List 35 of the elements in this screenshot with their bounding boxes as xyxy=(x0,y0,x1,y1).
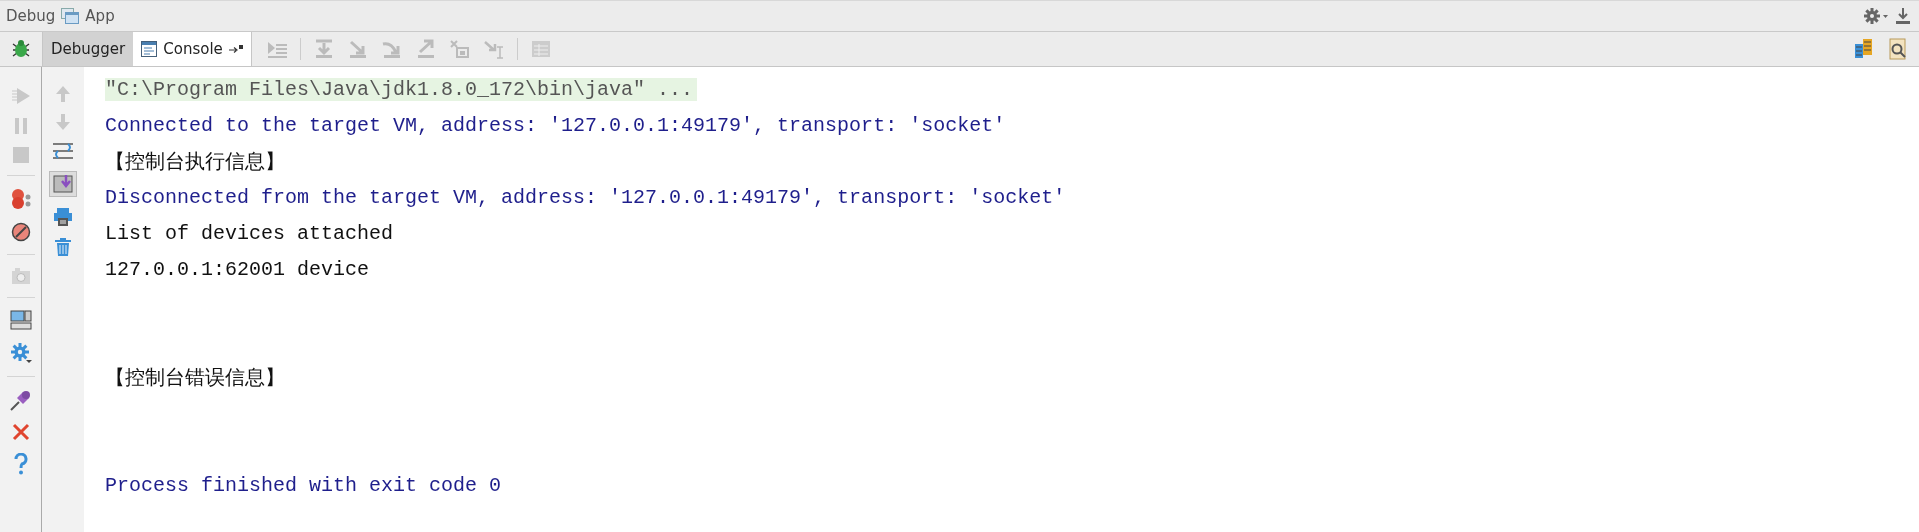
bug-icon[interactable] xyxy=(10,38,32,60)
mute-breakpoints-icon[interactable] xyxy=(10,222,31,242)
force-step-into-icon[interactable] xyxy=(380,39,403,59)
soft-wrap-icon[interactable] xyxy=(52,141,74,161)
search-icon[interactable] xyxy=(1887,38,1909,60)
close-icon[interactable] xyxy=(11,423,30,441)
run-configuration[interactable]: App xyxy=(85,7,115,25)
window-icon xyxy=(61,8,80,24)
console-line: 【控制台错误信息】 xyxy=(105,365,285,391)
console-line: 【控制台执行信息】 xyxy=(105,149,285,175)
scroll-to-end-icon[interactable] xyxy=(49,171,77,197)
tab[interactable]: Console xyxy=(133,32,251,66)
console-line: Connected to the target VM, address: '127.0.0.1:49179', transport: 'socket' xyxy=(105,113,1006,137)
panel-title: Debug xyxy=(6,7,56,25)
drop-frame-icon[interactable] xyxy=(448,39,471,59)
console-icon xyxy=(141,41,158,57)
console-line: Process finished with exit code 0 xyxy=(105,473,502,497)
trash-icon[interactable] xyxy=(54,237,72,257)
tab[interactable]: Debugger xyxy=(43,32,134,66)
print-icon[interactable] xyxy=(53,207,73,227)
hide-panel-icon[interactable] xyxy=(1895,7,1911,25)
threads-icon[interactable] xyxy=(1853,38,1875,60)
settings-icon[interactable] xyxy=(9,342,32,364)
console-line: 127.0.0.1:62001 device xyxy=(105,257,370,281)
camera-icon[interactable] xyxy=(10,267,31,285)
run-to-cursor-icon[interactable] xyxy=(482,39,505,59)
show-execution-point-icon[interactable] xyxy=(265,39,288,59)
view-breakpoints-icon[interactable] xyxy=(9,188,32,210)
help-icon[interactable] xyxy=(13,453,28,475)
pushpin-icon[interactable] xyxy=(9,389,32,411)
pin-icon[interactable] xyxy=(228,44,243,54)
settings-icon[interactable] xyxy=(1863,7,1889,25)
console-line: Disconnected from the target VM, address: '127.0.0.1:49179', transport: 'socket' xyxy=(105,185,1066,209)
layout-icon[interactable] xyxy=(9,310,32,330)
console-line: List of devices attached xyxy=(105,221,394,245)
